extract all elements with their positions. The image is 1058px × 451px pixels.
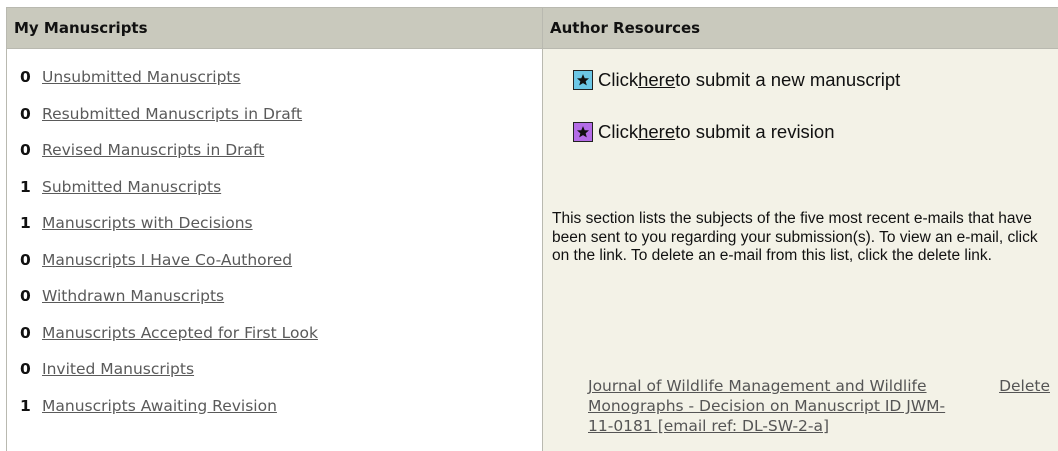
star-icon <box>573 70 593 90</box>
author-resources-panel: Author Resources Click here to submit a … <box>542 7 1058 451</box>
list-item: 0 Manuscripts I Have Co-Authored <box>20 251 318 288</box>
manuscript-count: 0 <box>20 104 31 123</box>
manuscript-link-submitted[interactable]: Submitted Manuscripts <box>42 178 221 196</box>
email-delete-link[interactable]: Delete <box>999 376 1050 436</box>
submit-new-prefix: Click <box>598 69 639 90</box>
submit-new-suffix: to submit a new manuscript <box>675 69 901 90</box>
list-item: 0 Manuscripts Accepted for First Look <box>20 324 318 361</box>
my-manuscripts-header: My Manuscripts <box>7 8 543 49</box>
submit-new-link[interactable]: here <box>638 69 675 91</box>
manuscript-count: 0 <box>20 287 31 305</box>
star-icon <box>573 122 593 142</box>
list-item: 0 Withdrawn Manuscripts <box>20 287 318 324</box>
manuscript-count: 0 <box>20 141 31 159</box>
list-item: 0 Revised Manuscripts in Draft <box>20 141 318 178</box>
submit-revision-prefix: Click <box>598 121 639 142</box>
list-item: Journal of Wildlife Management and Wildl… <box>588 376 1058 436</box>
email-info-text: This section lists the subjects of the f… <box>552 210 1038 264</box>
manuscript-count: 0 <box>20 360 31 378</box>
manuscript-link-first-look[interactable]: Manuscripts Accepted for First Look <box>42 324 318 342</box>
list-item: 0 Resubmitted Manuscripts in Draft <box>20 105 318 142</box>
manuscript-count: 1 <box>20 396 31 415</box>
submit-revision-suffix: to submit a revision <box>675 121 835 142</box>
manuscript-link-coauthored[interactable]: Manuscripts I Have Co-Authored <box>42 251 292 269</box>
submit-revision-row: Click here to submit a revision <box>573 121 835 143</box>
manuscript-link-decisions[interactable]: Manuscripts with Decisions <box>42 214 253 232</box>
author-center: My Manuscripts 0 Unsubmitted Manuscripts … <box>0 0 1058 451</box>
manuscript-link-resubmitted-draft[interactable]: Resubmitted Manuscripts in Draft <box>42 105 302 123</box>
my-manuscripts-panel: My Manuscripts 0 Unsubmitted Manuscripts … <box>6 7 543 451</box>
manuscript-count: 0 <box>20 250 31 269</box>
manuscript-link-revised-draft[interactable]: Revised Manuscripts in Draft <box>42 141 264 159</box>
list-item: 1 Submitted Manuscripts <box>20 178 318 215</box>
submit-new-row: Click here to submit a new manuscript <box>573 69 900 91</box>
submit-revision-link[interactable]: here <box>638 121 675 143</box>
manuscript-count: 0 <box>20 68 31 86</box>
manuscript-count: 1 <box>20 214 31 232</box>
manuscript-link-unsubmitted[interactable]: Unsubmitted Manuscripts <box>42 68 241 86</box>
list-item: 1 Manuscripts Awaiting Revision <box>20 397 318 434</box>
manuscript-link-awaiting-revision[interactable]: Manuscripts Awaiting Revision <box>42 397 277 415</box>
manuscript-link-withdrawn[interactable]: Withdrawn Manuscripts <box>42 287 224 305</box>
email-subject-link[interactable]: Journal of Wildlife Management and Wildl… <box>588 376 968 436</box>
author-resources-header: Author Resources <box>543 8 1058 49</box>
manuscript-count: 0 <box>20 323 31 342</box>
email-list: Journal of Wildlife Management and Wildl… <box>588 376 1058 436</box>
manuscript-link-invited[interactable]: Invited Manuscripts <box>42 360 194 378</box>
manuscript-list: 0 Unsubmitted Manuscripts 0 Resubmitted Ma… <box>20 68 318 433</box>
list-item: 0 Unsubmitted Manuscripts <box>20 68 318 105</box>
list-item: 1 Manuscripts with Decisions <box>20 214 318 251</box>
manuscript-count: 1 <box>20 177 31 196</box>
list-item: 0 Invited Manuscripts <box>20 360 318 397</box>
